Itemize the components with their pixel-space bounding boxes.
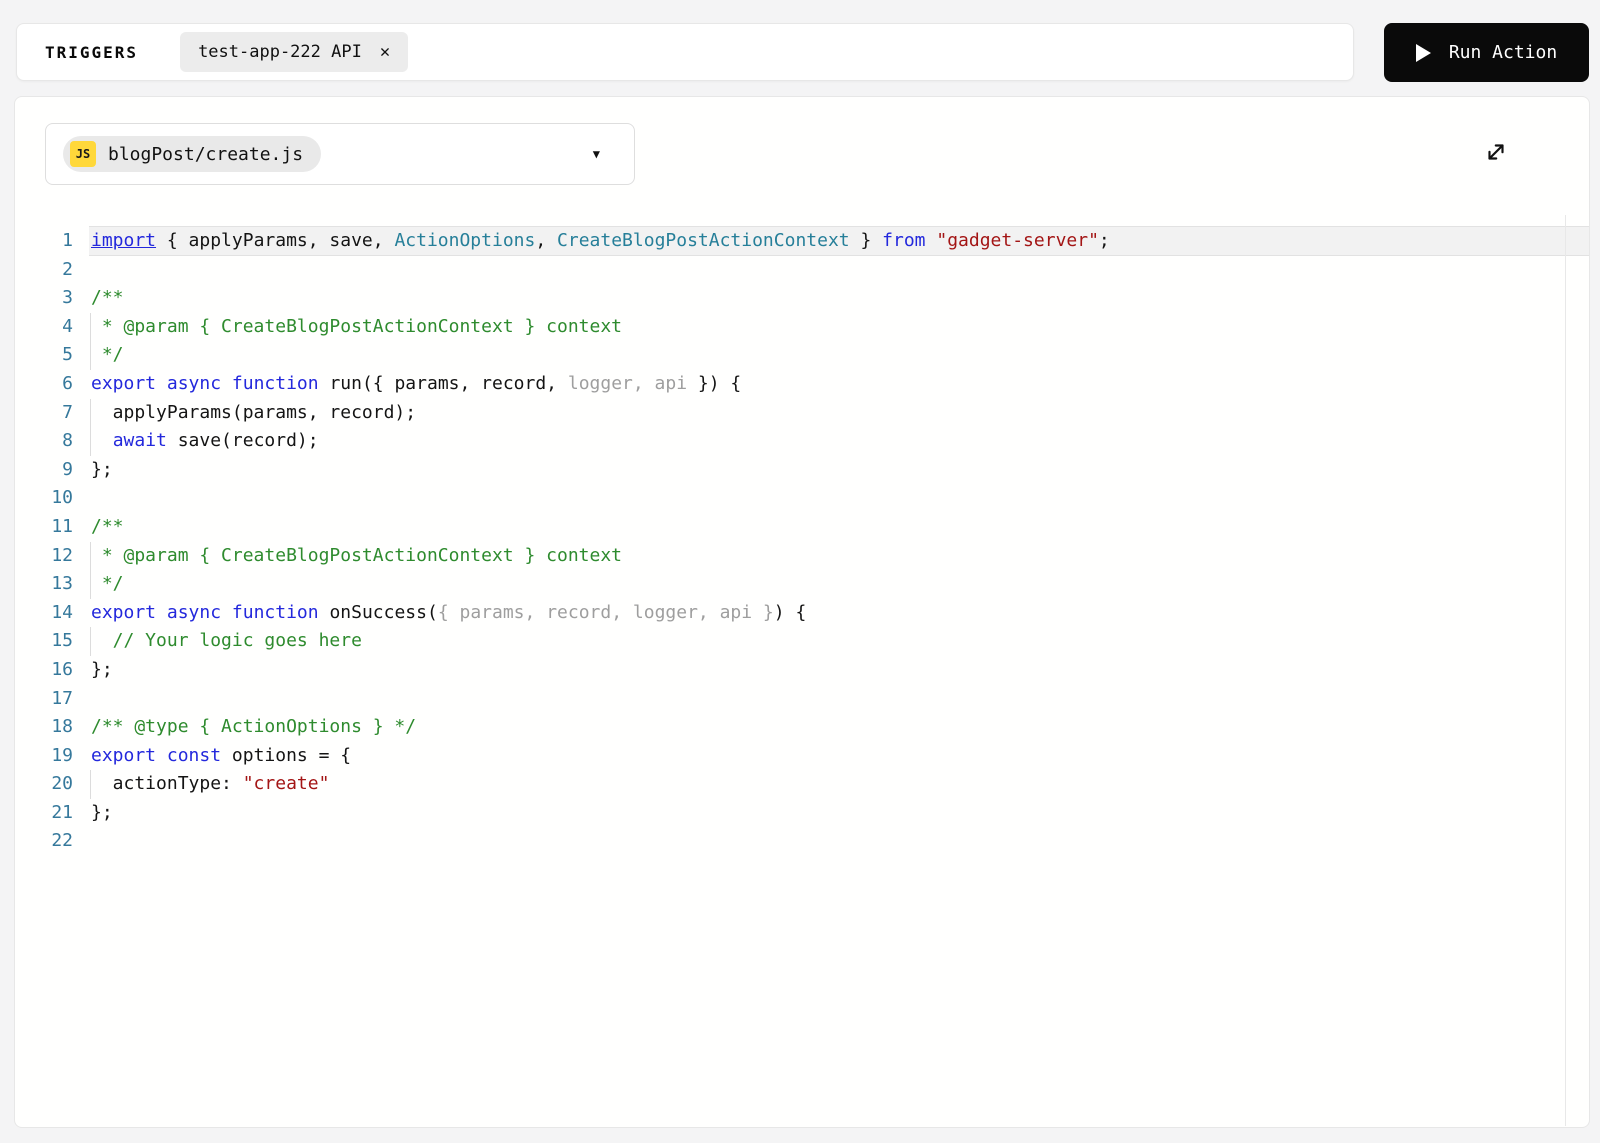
remove-trigger-icon[interactable]: ✕ bbox=[380, 43, 390, 61]
run-action-button[interactable]: Run Action bbox=[1384, 23, 1589, 82]
code-lines: 1 import { applyParams, save, ActionOptio… bbox=[15, 226, 1589, 856]
triggers-label: TRIGGERS bbox=[45, 42, 139, 62]
line-number: 13 bbox=[51, 573, 73, 595]
line-number: 16 bbox=[51, 658, 73, 680]
scrollbar-divider bbox=[1565, 215, 1566, 1126]
code-line[interactable]: 19 export const options = { bbox=[15, 742, 1589, 771]
line-number: 15 bbox=[51, 630, 73, 652]
triggers-bar: TRIGGERS test-app-222 API ✕ bbox=[16, 23, 1354, 81]
file-pill: JS blogPost/create.js bbox=[63, 136, 322, 172]
code-line[interactable]: 18/** @type { ActionOptions } */ bbox=[15, 713, 1589, 742]
code-line[interactable]: 10 bbox=[15, 484, 1589, 513]
line-number: 1 bbox=[62, 230, 73, 251]
line-number: 19 bbox=[51, 744, 73, 766]
line-number: 22 bbox=[51, 830, 73, 852]
line-number: 14 bbox=[51, 601, 73, 623]
line-number: 6 bbox=[62, 372, 73, 394]
file-name: blogPost/create.js bbox=[108, 143, 304, 165]
chevron-down-icon: ▼ bbox=[592, 147, 600, 161]
line-number: 11 bbox=[51, 515, 73, 537]
line-number: 10 bbox=[51, 487, 73, 509]
line-number: 21 bbox=[51, 801, 73, 823]
code-line[interactable]: 8 await save(record); bbox=[15, 427, 1589, 456]
line-number: 9 bbox=[62, 458, 73, 480]
code-editor[interactable]: 1 import { applyParams, save, ActionOptio… bbox=[15, 215, 1589, 1126]
line-number: 20 bbox=[51, 773, 73, 795]
code-line[interactable]: 14 export async function onSuccess({ para… bbox=[15, 599, 1589, 628]
code-line[interactable]: 15 // Your logic goes here bbox=[15, 627, 1589, 656]
play-icon bbox=[1415, 43, 1431, 62]
code-line[interactable]: 17 bbox=[15, 685, 1589, 714]
code-line[interactable]: 12 * @param { CreateBlogPostActionContex… bbox=[15, 541, 1589, 571]
line-number: 12 bbox=[51, 544, 73, 566]
code-line[interactable]: 1 import { applyParams, save, ActionOptio… bbox=[15, 226, 1589, 256]
code-line[interactable]: 11/** bbox=[15, 513, 1589, 542]
line-number: 18 bbox=[51, 716, 73, 738]
line-number: 17 bbox=[51, 687, 73, 709]
javascript-file-icon: JS bbox=[70, 141, 96, 167]
code-line[interactable]: 7 applyParams(params, record); bbox=[15, 398, 1589, 428]
code-line[interactable]: 22 bbox=[15, 827, 1589, 856]
code-line[interactable]: 4 * @param { CreateBlogPostActionContext… bbox=[15, 312, 1589, 342]
line-number: 3 bbox=[62, 287, 73, 309]
code-line[interactable]: 2 bbox=[15, 256, 1589, 285]
code-line[interactable]: 20 actionType: "create" bbox=[15, 770, 1589, 799]
expand-icon[interactable] bbox=[1483, 139, 1509, 165]
code-line[interactable]: 16}; bbox=[15, 656, 1589, 685]
line-number: 4 bbox=[62, 315, 73, 337]
code-line[interactable]: 9}; bbox=[15, 456, 1589, 485]
trigger-chip-label: test-app-222 API bbox=[198, 42, 362, 62]
line-number: 7 bbox=[62, 401, 73, 423]
code-line[interactable]: 5 */ bbox=[15, 341, 1589, 370]
code-line[interactable]: 21}; bbox=[15, 799, 1589, 828]
line-number: 5 bbox=[62, 344, 73, 366]
run-action-label: Run Action bbox=[1448, 42, 1558, 63]
line-number: 8 bbox=[62, 430, 73, 452]
trigger-chip[interactable]: test-app-222 API ✕ bbox=[180, 32, 409, 72]
code-line[interactable]: 13 */ bbox=[15, 570, 1589, 599]
editor-panel: JS blogPost/create.js ▼ 1 import { applyP… bbox=[14, 96, 1590, 1128]
code-line[interactable]: 6 export async function run({ params, rec… bbox=[15, 370, 1589, 399]
code-line[interactable]: 3/** bbox=[15, 284, 1589, 313]
file-selector[interactable]: JS blogPost/create.js ▼ bbox=[45, 123, 635, 185]
line-number: 2 bbox=[62, 258, 73, 280]
